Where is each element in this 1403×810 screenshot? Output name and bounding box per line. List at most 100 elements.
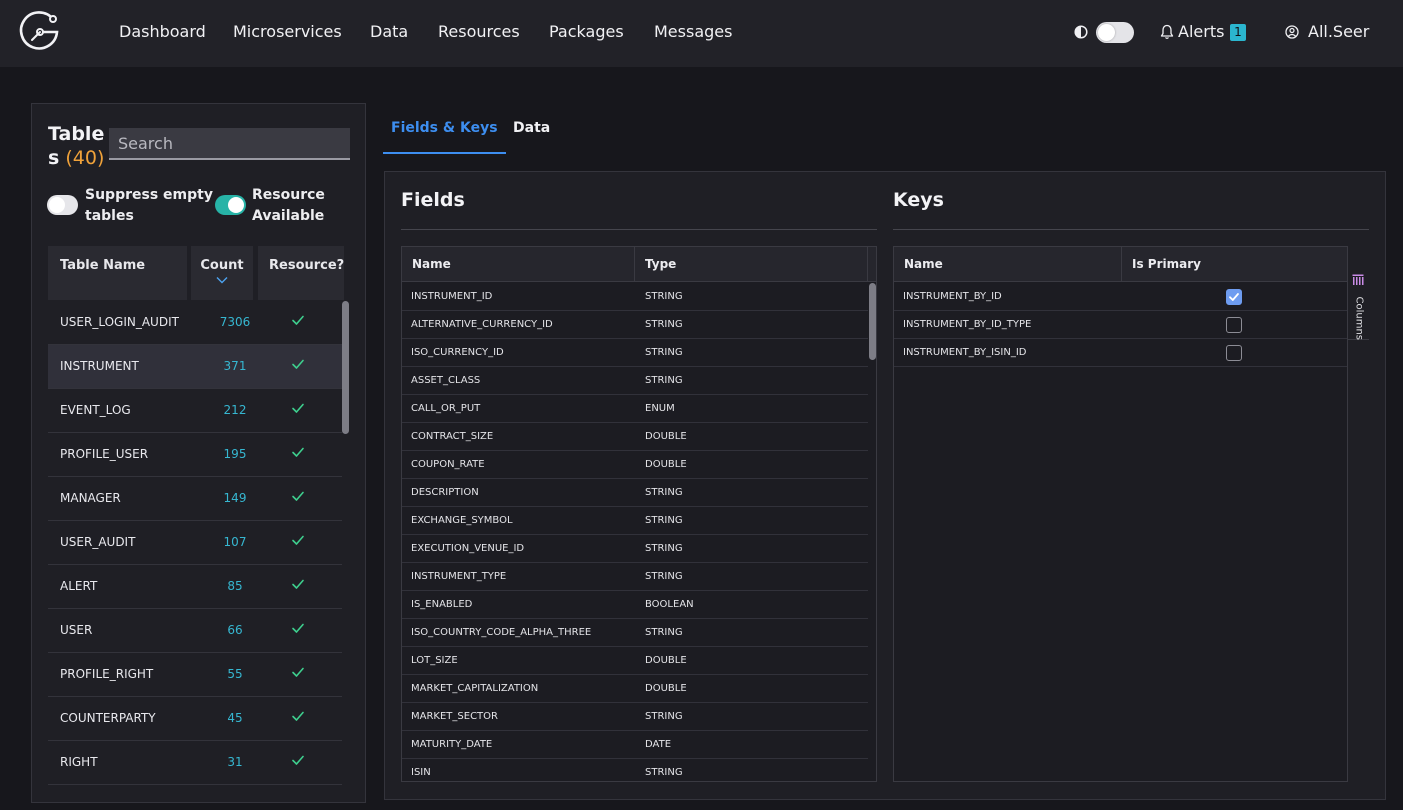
table-name: PROFILE_USER: [60, 447, 149, 461]
is-primary-checkbox[interactable]: [1226, 289, 1242, 305]
field-name: INSTRUMENT_ID: [411, 291, 493, 302]
field-row[interactable]: COUPON_RATE DOUBLE: [402, 451, 868, 479]
key-row[interactable]: INSTRUMENT_BY_ID: [894, 283, 1347, 311]
user-avatar-icon[interactable]: [1285, 25, 1299, 39]
field-row[interactable]: ISO_CURRENCY_ID STRING: [402, 339, 868, 367]
table-row[interactable]: USER_AUDIT 107: [48, 521, 342, 565]
field-type: STRING: [645, 515, 683, 526]
columns-tool-button[interactable]: Columns: [1348, 264, 1369, 340]
table-name: INSTRUMENT: [60, 359, 139, 373]
alerts-link[interactable]: Alerts: [1178, 22, 1224, 41]
resource-available-toggle[interactable]: [215, 195, 246, 215]
active-tab-indicator: [383, 152, 506, 154]
table-row[interactable]: INSTRUMENT 371: [48, 345, 342, 389]
key-row[interactable]: INSTRUMENT_BY_ID_TYPE: [894, 311, 1347, 339]
table-count: 85: [227, 579, 243, 593]
table-row[interactable]: PROFILE_RIGHT 55: [48, 653, 342, 697]
field-row[interactable]: ASSET_CLASS STRING: [402, 367, 868, 395]
tables-search-input[interactable]: [109, 128, 350, 160]
field-row[interactable]: MARKET_CAPITALIZATION DOUBLE: [402, 675, 868, 703]
suppress-empty-toggle[interactable]: [47, 195, 78, 215]
table-row[interactable]: ALERT 85: [48, 565, 342, 609]
nav-messages[interactable]: Messages: [654, 22, 732, 41]
field-row[interactable]: INSTRUMENT_ID STRING: [402, 283, 868, 311]
field-row[interactable]: ISIN STRING: [402, 759, 868, 781]
nav-microservices[interactable]: Microservices: [233, 22, 342, 41]
keys-column-name[interactable]: Name: [894, 247, 1122, 282]
table-row[interactable]: USER_LOGIN_AUDIT 7306: [48, 301, 342, 345]
table-row[interactable]: RIGHT 31: [48, 741, 342, 785]
key-row[interactable]: INSTRUMENT_BY_ISIN_ID: [894, 339, 1347, 367]
table-count: 66: [227, 623, 243, 637]
field-row[interactable]: CALL_OR_PUT ENUM: [402, 395, 868, 423]
table-row[interactable]: USER 66: [48, 609, 342, 653]
table-name: ALERT: [60, 579, 98, 593]
field-row[interactable]: ALTERNATIVE_CURRENCY_ID STRING: [402, 311, 868, 339]
field-row[interactable]: ISO_COUNTRY_CODE_ALPHA_THREE STRING: [402, 619, 868, 647]
theme-toggle[interactable]: [1096, 22, 1134, 43]
tables-panel: Tables (40) Suppress emptytables Resourc…: [31, 103, 366, 803]
nav-data[interactable]: Data: [370, 22, 408, 41]
sort-descending-icon: [216, 277, 228, 284]
table-name: RIGHT: [60, 755, 98, 769]
resource-available-check-icon: [292, 667, 304, 677]
fields-grid-scrollbar[interactable]: [869, 283, 876, 360]
column-header-table-name[interactable]: Table Name: [48, 246, 187, 300]
table-name: PROFILE_RIGHT: [60, 667, 154, 681]
resource-available-check-icon: [292, 755, 304, 765]
field-name: MATURITY_DATE: [411, 739, 493, 750]
field-row[interactable]: DESCRIPTION STRING: [402, 479, 868, 507]
field-name: MARKET_CAPITALIZATION: [411, 683, 539, 694]
field-type: DOUBLE: [645, 459, 687, 470]
alerts-count-badge: 1: [1230, 24, 1246, 41]
field-type: STRING: [645, 543, 683, 554]
tables-title: Table s (40): [48, 123, 105, 169]
table-row[interactable]: PROFILE_USER 195: [48, 433, 342, 477]
table-name: USER_LOGIN_AUDIT: [60, 315, 179, 329]
keys-grid-header: Name Is Primary: [894, 247, 1347, 282]
field-row[interactable]: MATURITY_DATE DATE: [402, 731, 868, 759]
field-name: EXCHANGE_SYMBOL: [411, 515, 513, 526]
fields-column-type[interactable]: Type: [635, 247, 868, 282]
resource-available-check-icon: [292, 403, 304, 413]
table-row[interactable]: COUNTERPARTY 45: [48, 697, 342, 741]
field-type: STRING: [645, 627, 683, 638]
table-count: 371: [223, 359, 247, 373]
nav-dashboard[interactable]: Dashboard: [119, 22, 206, 41]
field-type: DOUBLE: [645, 655, 687, 666]
tab-data[interactable]: Data: [513, 120, 550, 136]
table-count: 31: [227, 755, 243, 769]
field-name: LOT_SIZE: [411, 655, 458, 666]
keys-column-is-primary[interactable]: Is Primary: [1122, 247, 1347, 282]
field-type: STRING: [645, 291, 683, 302]
field-row[interactable]: EXCHANGE_SYMBOL STRING: [402, 507, 868, 535]
nav-packages[interactable]: Packages: [549, 22, 624, 41]
field-type: DOUBLE: [645, 683, 687, 694]
field-row[interactable]: EXECUTION_VENUE_ID STRING: [402, 535, 868, 563]
column-header-resource[interactable]: Resource?: [258, 246, 344, 300]
column-header-count[interactable]: Count: [191, 246, 253, 300]
fields-column-name[interactable]: Name: [402, 247, 635, 282]
table-count: 45: [227, 711, 243, 725]
resource-available-check-icon: [292, 315, 304, 325]
table-row[interactable]: EVENT_LOG 212: [48, 389, 342, 433]
tab-fields-and-keys[interactable]: Fields & Keys: [391, 120, 498, 136]
resource-available-check-icon: [292, 447, 304, 457]
nav-resources[interactable]: Resources: [438, 22, 520, 41]
field-type: STRING: [645, 347, 683, 358]
field-row[interactable]: INSTRUMENT_TYPE STRING: [402, 563, 868, 591]
table-row[interactable]: MANAGER 149: [48, 477, 342, 521]
field-row[interactable]: MARKET_SECTOR STRING: [402, 703, 868, 731]
field-row[interactable]: IS_ENABLED BOOLEAN: [402, 591, 868, 619]
is-primary-checkbox[interactable]: [1226, 345, 1242, 361]
is-primary-checkbox[interactable]: [1226, 317, 1242, 333]
field-row[interactable]: CONTRACT_SIZE DOUBLE: [402, 423, 868, 451]
resource-available-label: Resource Available: [252, 187, 325, 224]
field-type: ENUM: [645, 403, 675, 414]
genesis-logo-icon[interactable]: [16, 8, 62, 54]
tables-list-scrollbar[interactable]: [342, 301, 349, 434]
field-row[interactable]: LOT_SIZE DOUBLE: [402, 647, 868, 675]
bell-icon[interactable]: [1160, 24, 1174, 40]
user-menu[interactable]: All.Seer: [1308, 22, 1369, 41]
table-count: 212: [223, 403, 247, 417]
